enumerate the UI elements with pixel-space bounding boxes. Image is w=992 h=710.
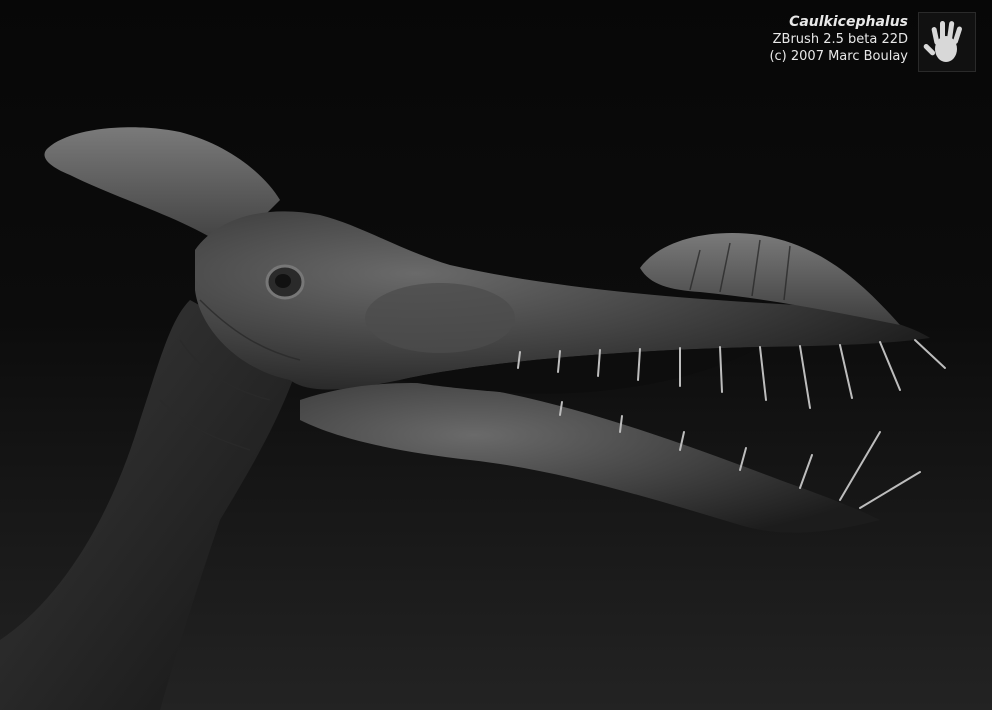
hand-print-icon — [918, 12, 976, 72]
eye-pupil — [275, 274, 291, 288]
caption-copyright: (c) 2007 Marc Boulay — [769, 49, 908, 64]
caption-title: Caulkicephalus — [789, 14, 908, 30]
sculpt-render — [0, 127, 946, 710]
render-caption: Caulkicephalus ZBrush 2.5 beta 22D (c) 2… — [769, 14, 908, 65]
lower-jaw — [300, 382, 880, 533]
caption-software: ZBrush 2.5 beta 22D — [772, 32, 908, 47]
nostril-patch — [365, 283, 515, 353]
